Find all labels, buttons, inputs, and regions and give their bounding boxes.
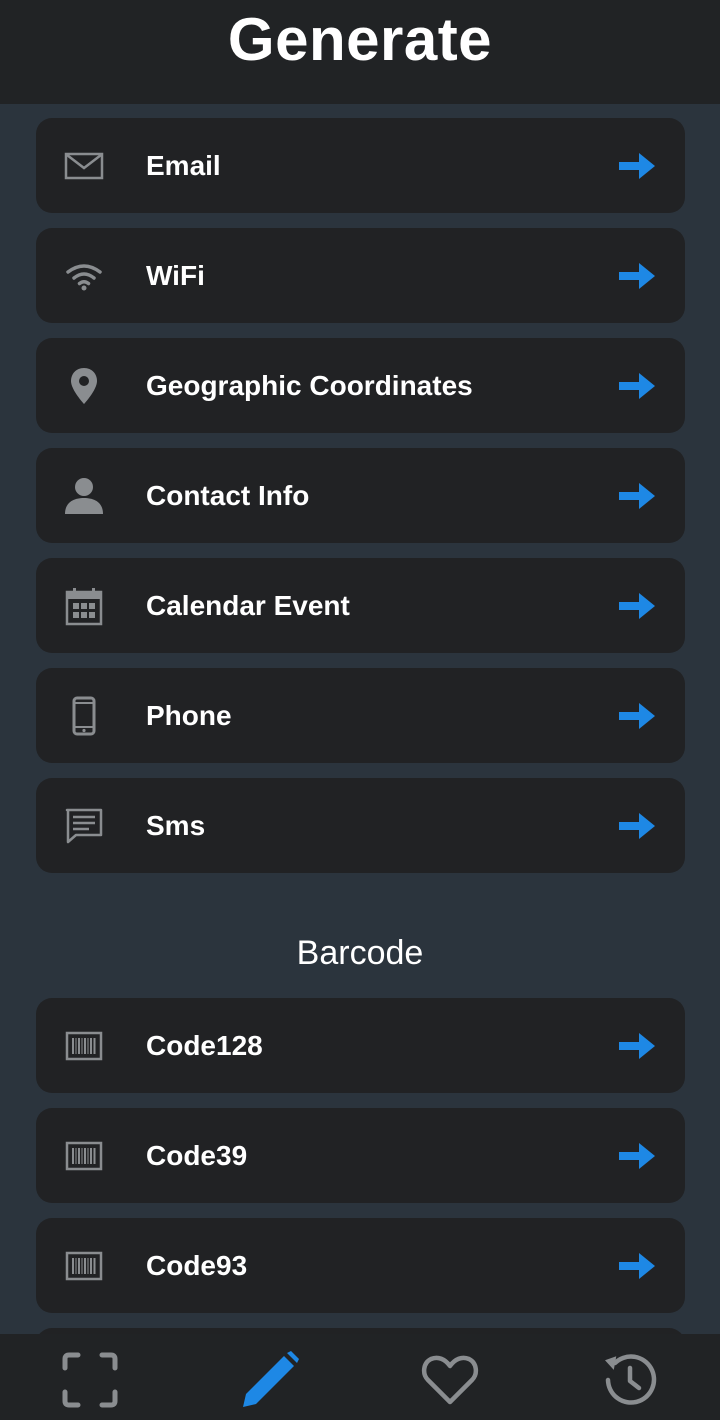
arrow-right-icon [617,1031,657,1061]
section-title-barcode: Barcode [296,934,424,972]
calendar-icon [64,586,104,626]
bottom-nav [0,1334,720,1420]
arrow-right-icon [617,151,657,181]
history-icon [600,1350,660,1410]
generate-item-code128[interactable]: Code128 [36,998,685,1093]
arrow-right-icon [617,591,657,621]
arrow-right-icon [617,1141,657,1171]
arrow-right-icon [617,481,657,511]
generate-item-label: Code39 [146,1139,248,1171]
generate-item-label: Code93 [146,1249,248,1281]
generate-item-label: Contact Info [146,479,310,511]
arrow-right-icon [617,261,657,291]
barcode-icon [64,1246,104,1286]
arrow-right-icon [617,811,657,841]
generate-list: Email WiFi Geographic Coordinates Contac… [0,104,720,1334]
barcode-icon [64,1136,104,1176]
nav-scan-button[interactable] [60,1350,120,1410]
app-header: Generate [0,0,720,104]
generate-item-wifi[interactable]: WiFi [36,228,685,323]
page-title: Generate [227,5,493,73]
generate-item-calendar[interactable]: Calendar Event [36,558,685,653]
generate-item-contact[interactable]: Contact Info [36,448,685,543]
generate-item-label: Phone [146,699,232,731]
heart-icon [420,1350,480,1410]
location-pin-icon [64,366,104,406]
arrow-right-icon [617,701,657,731]
phone-icon [64,696,104,736]
nav-favorites-button[interactable] [420,1350,480,1410]
generate-item-label: Geographic Coordinates [146,369,473,401]
generate-item-label: Email [146,149,221,181]
nav-history-button[interactable] [600,1350,660,1410]
pencil-icon [240,1350,300,1410]
generate-item-label: WiFi [146,259,205,291]
wifi-icon [64,256,104,296]
barcode-icon [64,1026,104,1066]
person-icon [64,476,104,516]
generate-item-label: Calendar Event [146,589,350,621]
generate-item-phone[interactable]: Phone [36,668,685,763]
generate-item-geo[interactable]: Geographic Coordinates [36,338,685,433]
sms-icon [64,806,104,846]
nav-generate-button[interactable] [240,1350,300,1410]
arrow-right-icon [617,1251,657,1281]
generate-item-code93[interactable]: Code93 [36,1218,685,1313]
generate-item-code39[interactable]: Code39 [36,1108,685,1203]
arrow-right-icon [617,371,657,401]
generate-item-email[interactable]: Email [36,118,685,213]
generate-item-label: Code128 [146,1029,263,1061]
email-icon [64,146,104,186]
generate-item-sms[interactable]: Sms [36,778,685,873]
generate-item-label: Sms [146,809,206,841]
scan-frame-icon [60,1350,120,1410]
